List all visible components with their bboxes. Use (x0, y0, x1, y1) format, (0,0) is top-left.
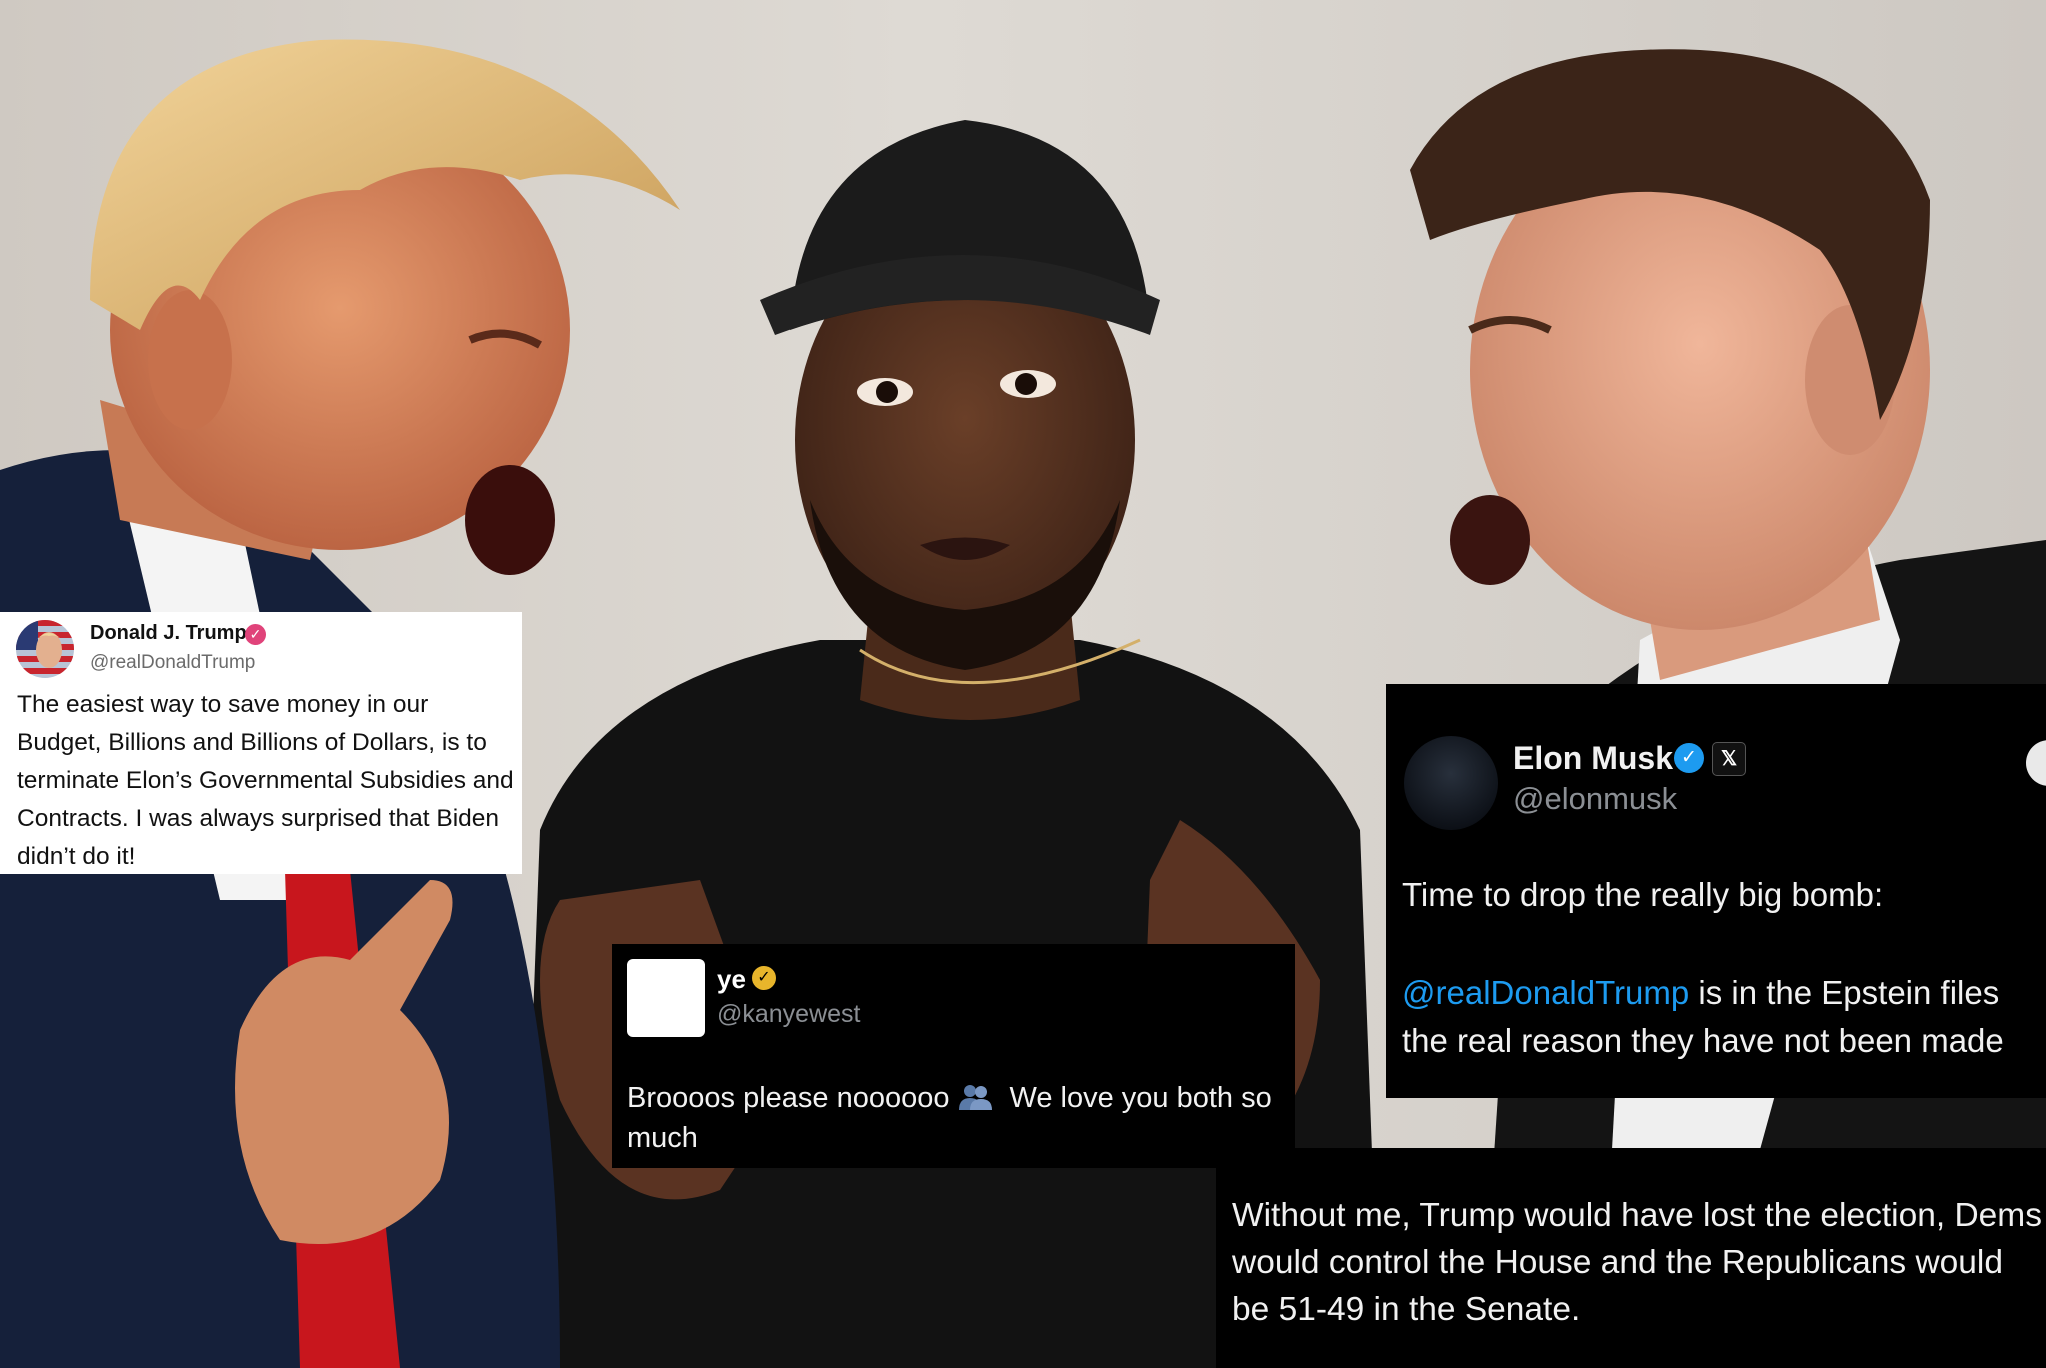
tweet-text: Broooos please noooooo We love you both … (627, 1078, 1292, 1158)
x-logo-icon: 𝕏 (1712, 742, 1746, 776)
tweet-card-ye[interactable]: ye ✓ @kanyewest Broooos please noooooo W… (612, 944, 1295, 1168)
tweet-card-elon-2[interactable]: Without me, Trump would have lost the el… (1216, 1148, 2046, 1368)
verified-badge-icon: ✓ (245, 624, 266, 645)
mention-link[interactable]: @realDonaldTrump (1402, 974, 1689, 1011)
display-name[interactable]: Donald J. Trump (90, 622, 247, 645)
tweet-text-line3: the real reason they have not been made (1402, 1022, 2004, 1059)
verified-badge-icon: ✓ (752, 966, 776, 990)
tweet-text-line2-rest: is in the Epstein files (1689, 974, 2000, 1011)
flag-avatar-icon (16, 620, 74, 678)
avatar[interactable] (16, 620, 74, 678)
follow-button[interactable] (2026, 740, 2046, 786)
tweet-card-trump[interactable]: Donald J. Trump ✓ @realDonaldTrump The e… (0, 612, 522, 874)
handle[interactable]: @realDonaldTrump (90, 652, 255, 674)
display-name[interactable]: Elon Musk (1513, 740, 1673, 777)
verified-badge-icon: ✓ (1674, 743, 1704, 773)
tweet-text-part1: Broooos please noooooo (627, 1082, 950, 1114)
tweet-text: The easiest way to save money in our Bud… (17, 691, 514, 870)
handle[interactable]: @elonmusk (1513, 781, 1677, 817)
display-name[interactable]: ye (717, 964, 746, 995)
avatar[interactable] (627, 959, 705, 1037)
handle[interactable]: @kanyewest (717, 1000, 861, 1029)
tweet-text-line1: Time to drop the really big bomb: (1402, 876, 1884, 913)
avatar[interactable] (1404, 736, 1498, 830)
two-people-emoji-icon (957, 1081, 993, 1110)
tweet-text-line2: @realDonaldTrump is in the Epstein files (1402, 974, 1999, 1012)
tweet-text: Without me, Trump would have lost the el… (1232, 1197, 2042, 1328)
tweet-card-elon-1[interactable]: Elon Musk ✓ 𝕏 @elonmusk Time to drop the… (1386, 684, 2046, 1098)
